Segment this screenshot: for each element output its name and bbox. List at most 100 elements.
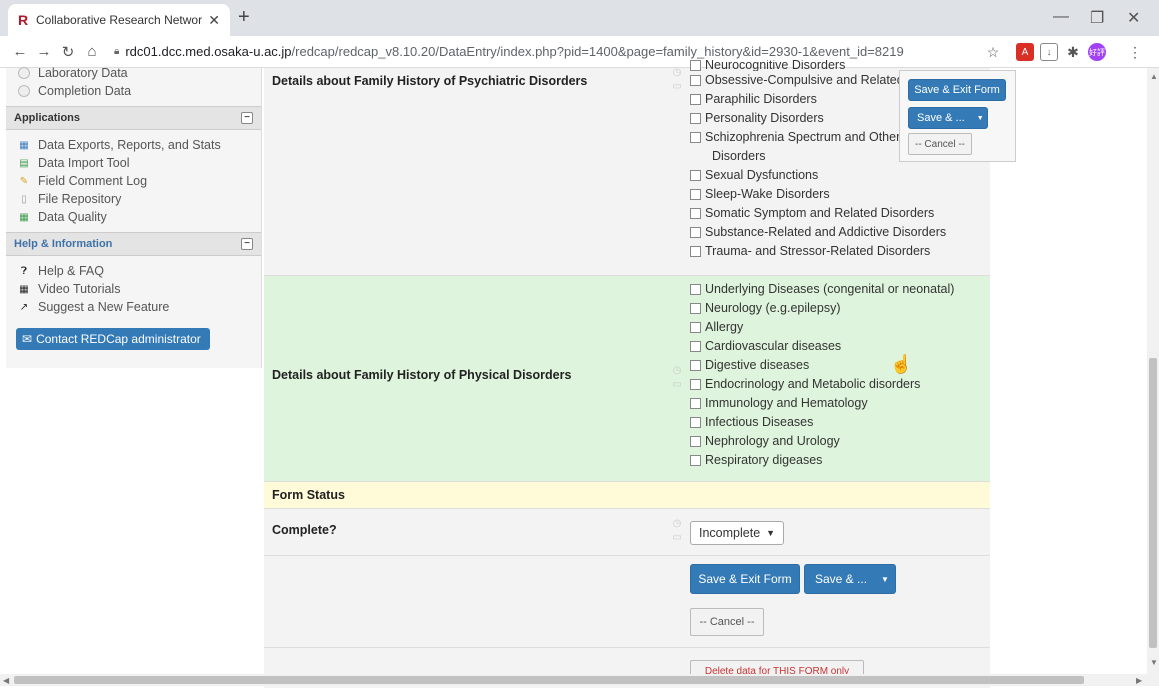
checkbox-label: Digestive diseases [705, 358, 810, 372]
reload-icon[interactable]: ↻ [56, 43, 80, 61]
checkbox-allergy[interactable]: Allergy [690, 318, 990, 337]
checkbox[interactable] [690, 417, 701, 428]
back-icon[interactable]: ← [8, 43, 32, 60]
checkbox-label: Neurology (e.g.epilepsy) [705, 301, 841, 315]
checkbox[interactable] [690, 246, 701, 257]
save-and-more-button[interactable]: Save & ... ▼ [804, 564, 896, 594]
float-save-exit-button[interactable]: Save & Exit Form [908, 79, 1006, 101]
close-tab-icon[interactable]: ✕ [208, 12, 220, 29]
psychiatric-history-row: Details about Family History of Psychiat… [264, 60, 990, 276]
checkbox-nephrology[interactable]: Nephrology and Urology [690, 432, 990, 451]
sidebar-item-help-faq[interactable]: ❓︎ Help & FAQ [6, 262, 261, 280]
save-exit-form-button[interactable]: Save & Exit Form [690, 564, 800, 594]
restore-icon[interactable]: ❐ [1090, 8, 1104, 28]
pdf-extension-icon[interactable]: A [1016, 43, 1034, 61]
checkbox[interactable] [690, 284, 701, 295]
checkbox[interactable] [690, 208, 701, 219]
extensions-puzzle-icon[interactable]: ✱ [1064, 43, 1082, 61]
checkbox-sexual-dysfunctions[interactable]: Sexual Dysfunctions [690, 166, 990, 185]
scroll-left-icon[interactable]: ◀ [3, 676, 9, 685]
checkbox[interactable] [690, 227, 701, 238]
vertical-scroll-thumb[interactable] [1149, 358, 1157, 648]
checkbox[interactable] [690, 94, 701, 105]
checkbox-digestive[interactable]: Digestive diseases [690, 356, 990, 375]
checkbox[interactable] [690, 360, 701, 371]
checkbox-label: Trauma- and Stressor-Related Disorders [705, 244, 931, 258]
caret-down-icon: ▼ [976, 114, 984, 122]
scroll-right-icon[interactable]: ▶ [1136, 676, 1142, 685]
checkbox-sleep-wake[interactable]: Sleep-Wake Disorders [690, 185, 990, 204]
new-tab-icon[interactable]: + [238, 6, 250, 29]
sidebar-item-data-exports[interactable]: ▦ Data Exports, Reports, and Stats [6, 136, 261, 154]
checkbox[interactable] [690, 322, 701, 333]
url-field[interactable]: 🔒︎ rdc01.dcc.med.osaka-u.ac.jp/redcap/re… [114, 44, 904, 59]
sidebar-item-field-comment-log[interactable]: ✎ Field Comment Log [6, 172, 261, 190]
checkbox[interactable] [690, 60, 701, 71]
sidebar-item-label: File Repository [38, 192, 122, 206]
table-import-icon: ▤ [19, 157, 29, 169]
checkbox-underlying-diseases[interactable]: Underlying Diseases (congenital or neona… [690, 280, 990, 299]
save-buttons-row: Save & Exit Form Save & ... ▼ -- Cancel … [264, 556, 990, 648]
horizontal-scroll-thumb[interactable] [14, 676, 1084, 684]
checkbox-label: Obsessive-Compulsive and Related [705, 73, 904, 87]
checkbox-infectious[interactable]: Infectious Diseases [690, 413, 990, 432]
checkbox-label: Nephrology and Urology [705, 434, 840, 448]
contact-admin-button[interactable]: ✉ Contact REDCap administrator [16, 328, 210, 350]
home-icon[interactable]: ⌂ [80, 43, 104, 60]
scroll-up-icon[interactable]: ▲ [1150, 72, 1158, 81]
float-cancel-button[interactable]: -- Cancel -- [908, 133, 972, 155]
checkbox[interactable] [690, 170, 701, 181]
checkbox-cardiovascular[interactable]: Cardiovascular diseases [690, 337, 990, 356]
pencil-icon: ✎ [19, 175, 29, 187]
checkbox-label: Paraphilic Disorders [705, 92, 817, 106]
checkbox[interactable] [690, 303, 701, 314]
checkbox-somatic[interactable]: Somatic Symptom and Related Disorders [690, 204, 990, 223]
checkbox[interactable] [690, 75, 701, 86]
table-check-icon: ▦ [19, 211, 29, 223]
form-status-circle-icon [16, 84, 32, 98]
checkbox-trauma[interactable]: Trauma- and Stressor-Related Disorders [690, 242, 990, 261]
profile-avatar[interactable]: 好評 [1088, 43, 1106, 61]
download-extension-icon[interactable]: ↓ [1040, 43, 1058, 61]
forward-icon[interactable]: → [32, 43, 56, 60]
checkbox[interactable] [690, 132, 701, 143]
checkbox-immunology[interactable]: Immunology and Hematology [690, 394, 990, 413]
checkbox-label: Sexual Dysfunctions [705, 168, 819, 182]
cancel-button[interactable]: -- Cancel -- [690, 608, 764, 636]
checkbox-label: Schizophrenia Spectrum and Other [705, 130, 901, 144]
vertical-scrollbar[interactable]: ▲ ▼ [1147, 68, 1159, 674]
sidebar-item-video-tutorials[interactable]: ▦ Video Tutorials [6, 280, 261, 298]
complete-row: Complete? ◷ ▭ Incomplete ▼ [264, 509, 990, 556]
checkbox[interactable] [690, 113, 701, 124]
bookmark-star-icon[interactable]: ☆ [984, 43, 1002, 61]
checkbox[interactable] [690, 436, 701, 447]
checkbox[interactable] [690, 398, 701, 409]
checkbox-endocrinology[interactable]: Endocrinology and Metabolic disorders [690, 375, 990, 394]
horizontal-scrollbar[interactable]: ◀ ▶ [0, 674, 1159, 686]
redcap-favicon-icon: R [18, 12, 29, 28]
checkbox-substance[interactable]: Substance-Related and Addictive Disorder… [690, 223, 990, 242]
scroll-down-icon[interactable]: ▼ [1150, 658, 1158, 667]
checkbox-respiratory[interactable]: Respiratory digeases [690, 451, 990, 470]
sidebar-item-laboratory-data[interactable]: Laboratory Data [6, 64, 261, 82]
sidebar-item-suggest-feature[interactable]: ↗ Suggest a New Feature [6, 298, 261, 316]
sidebar-item-completion-data[interactable]: Completion Data [6, 82, 261, 100]
checkbox[interactable] [690, 189, 701, 200]
checkbox-neurology[interactable]: Neurology (e.g.epilepsy) [690, 299, 990, 318]
collapse-icon[interactable]: − [241, 238, 253, 250]
checkbox[interactable] [690, 455, 701, 466]
complete-status-select[interactable]: Incomplete ▼ [690, 521, 785, 545]
checkbox[interactable] [690, 379, 701, 390]
float-save-more-button[interactable]: Save & ... ▼ [908, 107, 988, 129]
collapse-icon[interactable]: − [241, 112, 253, 124]
sidebar-item-data-import[interactable]: ▤ Data Import Tool [6, 154, 261, 172]
sidebar-item-data-quality[interactable]: ▦ Data Quality [6, 208, 261, 226]
minimize-icon[interactable]: — [1053, 8, 1069, 26]
close-window-icon[interactable]: ✕ [1127, 8, 1140, 28]
sidebar-item-file-repository[interactable]: ▯ File Repository [6, 190, 261, 208]
chrome-menu-icon[interactable]: ⋮ [1126, 43, 1144, 61]
checkbox[interactable] [690, 341, 701, 352]
browser-tab[interactable]: R Collaborative Research Network ✕ [8, 4, 230, 36]
form-status-header: Form Status [264, 482, 990, 509]
hand-cursor-icon: ☝ [890, 354, 913, 374]
